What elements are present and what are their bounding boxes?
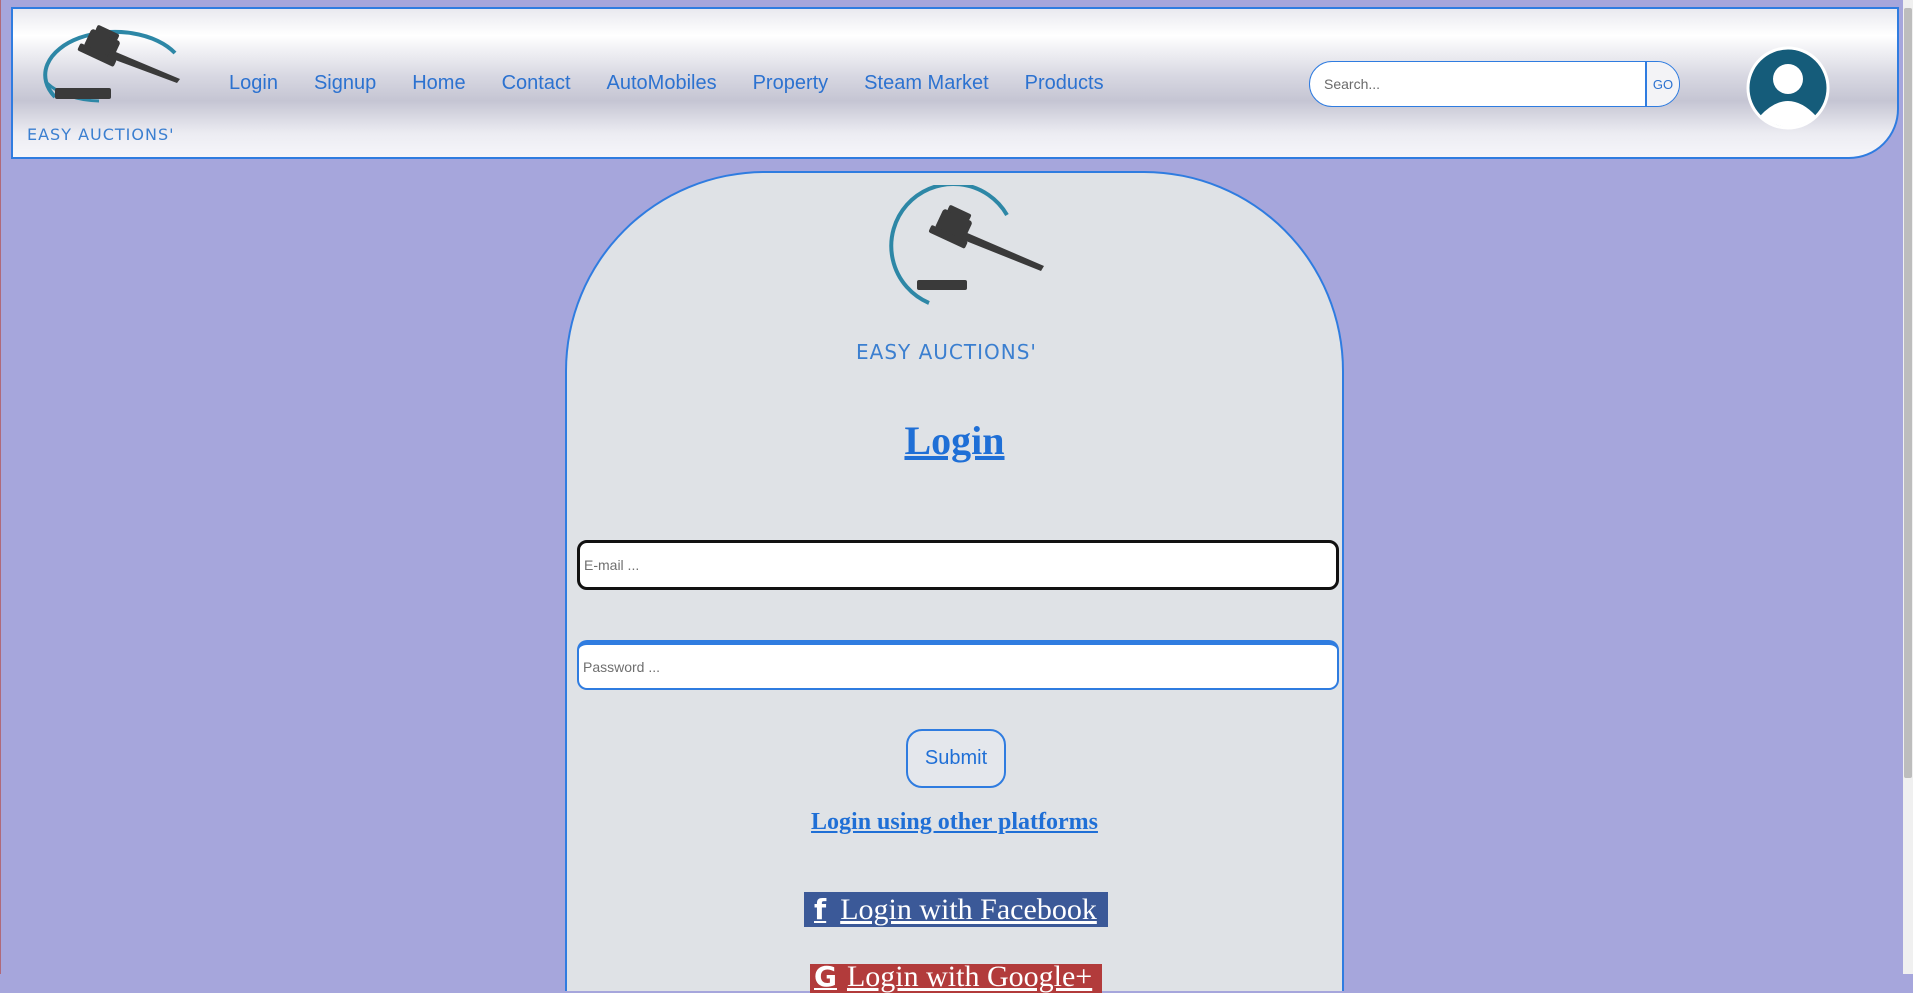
login-card: EASY AUCTIONS' Login Submit Login using …: [565, 171, 1344, 993]
email-field[interactable]: [577, 540, 1339, 590]
search-bar: GO: [1309, 61, 1680, 107]
nav-automobiles[interactable]: AutoMobiles: [607, 72, 717, 95]
logo-text: EASY AUCTIONS': [27, 125, 175, 144]
nav-products[interactable]: Products: [1025, 72, 1104, 95]
nav-login[interactable]: Login: [229, 72, 278, 95]
card-logo-text: EASY AUCTIONS': [856, 340, 1037, 364]
scrollbar-thumb[interactable]: [1904, 8, 1912, 778]
google-login-button[interactable]: G Login with Google+: [810, 964, 1102, 993]
nav-contact[interactable]: Contact: [502, 72, 571, 95]
facebook-login-label: Login with Facebook: [840, 892, 1097, 926]
nav-property[interactable]: Property: [753, 72, 829, 95]
nav-signup[interactable]: Signup: [314, 72, 376, 95]
submit-button[interactable]: Submit: [906, 729, 1006, 788]
facebook-icon: f: [814, 893, 827, 926]
site-logo[interactable]: EASY AUCTIONS': [25, 13, 215, 153]
main-nav: Login Signup Home Contact AutoMobiles Pr…: [229, 72, 1140, 95]
facebook-login-button[interactable]: f Login with Facebook: [804, 892, 1108, 927]
gavel-logo-icon: [889, 185, 1044, 305]
site-header: EASY AUCTIONS' Login Signup Home Contact…: [11, 7, 1899, 159]
nav-home[interactable]: Home: [412, 72, 465, 95]
other-platforms-link[interactable]: Login using other platforms: [567, 809, 1342, 836]
page-title: Login: [904, 418, 1005, 463]
search-input[interactable]: [1310, 62, 1645, 106]
password-field[interactable]: [577, 640, 1339, 690]
page-scrollbar[interactable]: [1903, 0, 1913, 974]
google-icon: G: [814, 964, 837, 993]
google-login-label: Login with Google+: [846, 964, 1093, 993]
gavel-icon: [43, 25, 180, 103]
user-avatar-icon[interactable]: [1746, 46, 1830, 130]
nav-steam-market[interactable]: Steam Market: [864, 72, 988, 95]
search-go-button[interactable]: GO: [1645, 62, 1679, 106]
